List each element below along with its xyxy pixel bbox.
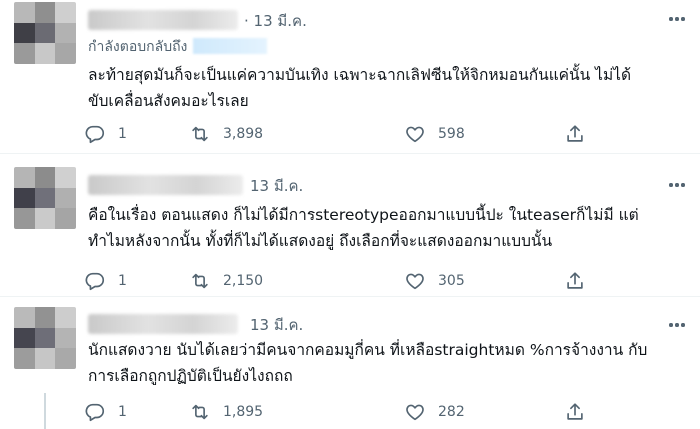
- retweet-icon: [192, 404, 208, 420]
- reply-button[interactable]: 1: [84, 269, 127, 293]
- tweet-2[interactable]: 13 มี.ค. คือในเรื่อง ตอนแสดง ก็ไม่ได้มีก…: [0, 154, 700, 297]
- tweet-text-line: ขับเคลื่อนสังคมอะไรเลย: [88, 92, 249, 110]
- tweet-actions: 1 2,150 305: [84, 269, 684, 293]
- like-count: 598: [438, 126, 465, 142]
- tweet-meta: 13 มี.ค.: [250, 174, 303, 198]
- share-button[interactable]: [564, 269, 586, 293]
- like-button[interactable]: 598: [404, 122, 465, 146]
- share-button[interactable]: [564, 122, 586, 146]
- reply-icon: [85, 403, 105, 422]
- like-icon: [406, 404, 424, 421]
- like-button[interactable]: 282: [404, 400, 465, 424]
- like-button[interactable]: 305: [404, 269, 465, 293]
- tweet-text-line: ทำไมหลังจากนั้น ทั้งที่ก็ไม่ได้แสดงอยู่ …: [88, 232, 553, 250]
- thread-line: [44, 393, 46, 429]
- author-name-redacted[interactable]: [88, 175, 243, 195]
- retweet-count: 3,898: [223, 126, 264, 142]
- tweet-meta: 13 มี.ค.: [250, 313, 303, 337]
- reply-count: 1: [118, 273, 127, 289]
- avatar[interactable]: [14, 2, 76, 64]
- like-count: 305: [438, 273, 465, 289]
- tweet-date[interactable]: 13 มี.ค.: [250, 316, 303, 334]
- retweet-count: 1,895: [223, 404, 264, 420]
- retweet-button[interactable]: 1,895: [189, 400, 263, 424]
- tweet-text: ละท้ายสุดมันก็จะเป็นแค่ความบันเทิง เฉพาะ…: [88, 62, 684, 114]
- tweet-3[interactable]: 13 มี.ค. นักแสดงวาย นับได้เลยว่ามีคนจากค…: [0, 297, 700, 429]
- author-name-redacted[interactable]: [88, 10, 238, 30]
- replying-to-label: กำลังตอบกลับถึง: [88, 39, 188, 55]
- retweet-icon: [192, 126, 208, 142]
- tweet-text-line: คือในเรื่อง ตอนแสดง ก็ไม่ได้มีการstereot…: [88, 206, 639, 224]
- tweet-text: คือในเรื่อง ตอนแสดง ก็ไม่ได้มีการstereot…: [88, 202, 684, 254]
- tweet-1[interactable]: · 13 มี.ค. กำลังตอบกลับถึง ละท้ายสุดมันก…: [0, 0, 700, 154]
- retweet-button[interactable]: 3,898: [189, 122, 263, 146]
- reply-button[interactable]: 1: [84, 122, 127, 146]
- share-icon: [567, 403, 583, 420]
- tweet-meta: · 13 มี.ค.: [244, 12, 307, 30]
- tweet-date[interactable]: 13 มี.ค.: [250, 177, 303, 195]
- more-icon[interactable]: [668, 316, 686, 334]
- share-icon: [567, 125, 583, 142]
- reply-count: 1: [118, 126, 127, 142]
- tweet-actions: 1 1,895 282: [84, 400, 684, 424]
- avatar[interactable]: [14, 167, 76, 229]
- tweet-text: นักแสดงวาย นับได้เลยว่ามีคนจากคอมมูกี่คน…: [88, 337, 684, 389]
- avatar[interactable]: [14, 307, 76, 369]
- share-button[interactable]: [564, 400, 586, 424]
- reply-target-redacted[interactable]: [193, 38, 268, 54]
- like-icon: [406, 273, 424, 290]
- retweet-count: 2,150: [223, 273, 264, 289]
- share-icon: [567, 272, 583, 289]
- replying-to: กำลังตอบกลับถึง: [88, 36, 268, 58]
- author-name-redacted[interactable]: [88, 314, 238, 334]
- more-icon[interactable]: [668, 10, 686, 28]
- like-icon: [406, 126, 424, 143]
- tweet-text-line: นักแสดงวาย นับได้เลยว่ามีคนจากคอมมูกี่คน…: [88, 341, 648, 359]
- like-count: 282: [438, 404, 465, 420]
- retweet-icon: [192, 273, 208, 289]
- reply-icon: [85, 125, 105, 144]
- retweet-button[interactable]: 2,150: [189, 269, 263, 293]
- tweet-text-line: ละท้ายสุดมันก็จะเป็นแค่ความบันเทิง เฉพาะ…: [88, 66, 632, 84]
- tweet-actions: 1 3,898 598: [84, 122, 684, 146]
- tweet-date[interactable]: 13 มี.ค.: [254, 12, 307, 30]
- reply-button[interactable]: 1: [84, 400, 127, 424]
- tweet-text-line: การเลือกถูกปฏิบัติเป็นยังไงถถถ: [88, 367, 293, 385]
- reply-count: 1: [118, 404, 127, 420]
- more-icon[interactable]: [668, 176, 686, 194]
- reply-icon: [85, 272, 105, 291]
